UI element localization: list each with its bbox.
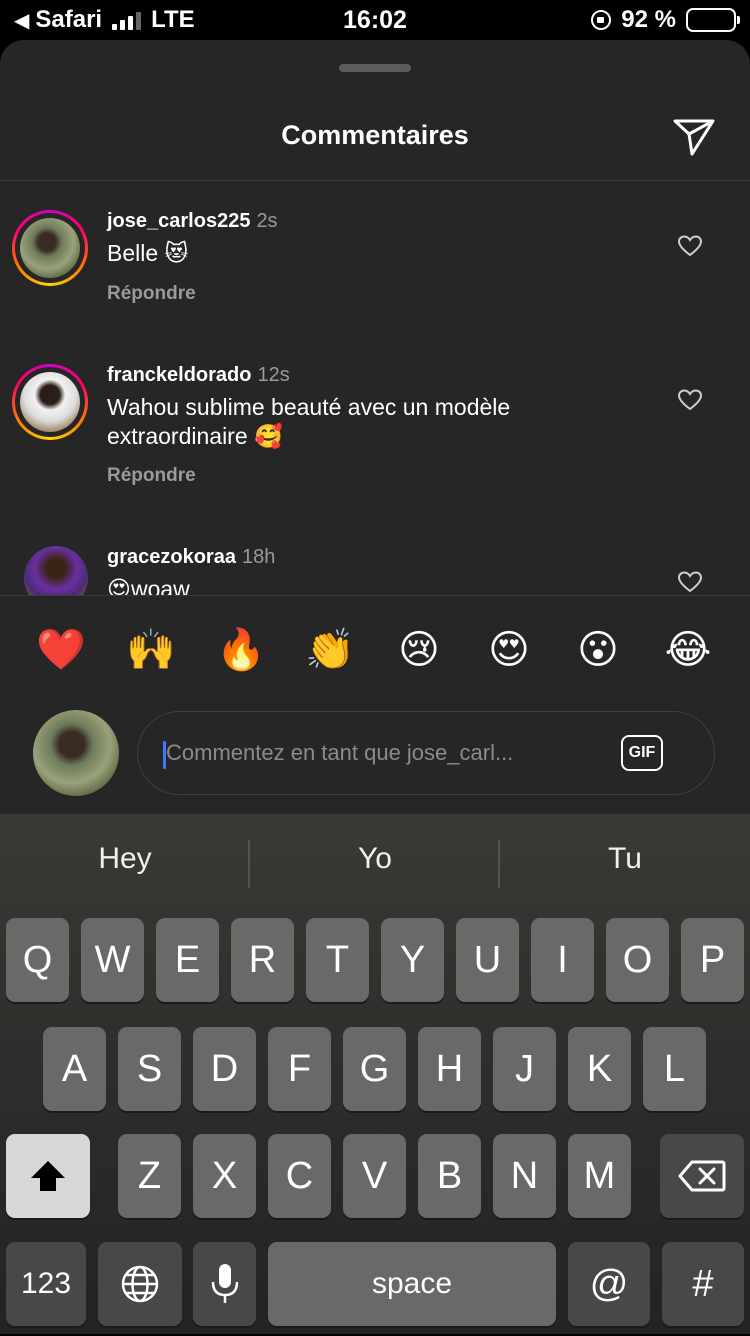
heart-icon[interactable]	[678, 389, 702, 411]
microphone-icon	[211, 1264, 238, 1303]
comment-time: 12s	[257, 364, 290, 386]
backspace-icon	[678, 1160, 726, 1192]
key-v[interactable]: V	[343, 1134, 406, 1218]
key-k[interactable]: K	[568, 1027, 631, 1111]
orientation-lock-icon	[591, 10, 612, 30]
comment-input[interactable]: Commentez en tant que jose_carl... GIF	[137, 711, 715, 795]
comments-sheet: Commentaires jose_carlos225 2s Belle 😻 Ré…	[0, 40, 750, 814]
status-bar: ◀ Safari LTE 16:02 92 %	[0, 0, 750, 40]
key-y[interactable]: Y	[381, 918, 444, 1002]
key-i[interactable]: I	[531, 918, 594, 1002]
globe-icon	[121, 1265, 159, 1303]
key-n[interactable]: N	[493, 1134, 556, 1218]
sheet-grabber[interactable]	[339, 64, 411, 72]
key-r[interactable]: R	[231, 918, 294, 1002]
key-g[interactable]: G	[343, 1027, 406, 1111]
reaction-fire[interactable]: 🔥	[211, 620, 271, 680]
reaction-clap[interactable]: 👏	[300, 620, 360, 680]
comment-text: Wahou sublime beauté avec un modèle extr…	[107, 394, 511, 449]
reaction-crying[interactable]: 😢	[389, 620, 449, 680]
suggestion-1[interactable]: Hey	[0, 842, 250, 876]
space-key[interactable]: space	[268, 1242, 556, 1326]
quick-reactions-bar: ❤️ 🙌 🔥 👏 😢 😍 😮 😂	[0, 620, 750, 680]
suggestion-3[interactable]: Tu	[500, 842, 750, 876]
reaction-heart-eyes[interactable]: 😍	[479, 620, 539, 680]
key-m[interactable]: M	[568, 1134, 631, 1218]
key-b[interactable]: B	[418, 1134, 481, 1218]
reply-button[interactable]: Répondre	[107, 465, 196, 487]
delete-key[interactable]	[660, 1134, 744, 1218]
reply-button[interactable]: Répondre	[107, 283, 196, 305]
key-a[interactable]: A	[43, 1027, 106, 1111]
key-q[interactable]: Q	[6, 918, 69, 1002]
shift-arrow-icon	[31, 1161, 65, 1191]
key-u[interactable]: U	[456, 918, 519, 1002]
key-f[interactable]: F	[268, 1027, 331, 1111]
numbers-key[interactable]: 123	[6, 1242, 86, 1326]
comment-username[interactable]: jose_carlos225	[107, 210, 250, 232]
avatar[interactable]	[12, 364, 88, 440]
avatar[interactable]	[12, 210, 88, 286]
comment-meta: gracezokoraa 18h	[107, 546, 275, 569]
suggestion-2[interactable]: Yo	[250, 842, 500, 876]
key-e[interactable]: E	[156, 918, 219, 1002]
comment-text: 😍woaw	[107, 576, 190, 595]
battery-icon	[686, 8, 740, 32]
comment-input-placeholder: Commentez en tant que jose_carl...	[166, 740, 514, 765]
globe-key[interactable]	[98, 1242, 182, 1326]
heart-icon[interactable]	[678, 235, 702, 257]
key-p[interactable]: P	[681, 918, 744, 1002]
comment-username[interactable]: franckeldorado	[107, 364, 251, 386]
avatar[interactable]	[24, 546, 88, 595]
composer-avatar	[33, 710, 119, 796]
comment-time: 18h	[241, 546, 276, 568]
heart-icon[interactable]	[678, 571, 702, 593]
battery-percent: 92 %	[621, 6, 676, 33]
status-right: 92 %	[591, 6, 740, 34]
reaction-laughing[interactable]: 😂	[658, 620, 718, 680]
reactions-divider	[0, 595, 750, 596]
keyboard: Hey Yo Tu Q W E R T Y U I O P A S D F G …	[0, 814, 750, 1334]
key-h[interactable]: H	[418, 1027, 481, 1111]
comment-meta: jose_carlos225 2s	[107, 210, 278, 233]
key-j[interactable]: J	[493, 1027, 556, 1111]
key-z[interactable]: Z	[118, 1134, 181, 1218]
key-o[interactable]: O	[606, 918, 669, 1002]
at-key[interactable]: @	[568, 1242, 650, 1326]
reaction-surprised[interactable]: 😮	[568, 620, 628, 680]
key-w[interactable]: W	[81, 918, 144, 1002]
comment-meta: franckeldorado 12s	[107, 364, 290, 387]
hash-key[interactable]: #	[662, 1242, 744, 1326]
sheet-title: Commentaires	[281, 120, 469, 150]
dictation-key[interactable]	[193, 1242, 256, 1326]
reaction-raised-hands[interactable]: 🙌	[121, 620, 181, 680]
key-d[interactable]: D	[193, 1027, 256, 1111]
key-x[interactable]: X	[193, 1134, 256, 1218]
key-t[interactable]: T	[306, 918, 369, 1002]
suggestion-bar: Hey Yo Tu	[0, 814, 750, 914]
shift-key[interactable]	[6, 1134, 90, 1218]
key-l[interactable]: L	[643, 1027, 706, 1111]
comment-time: 2s	[256, 210, 278, 232]
comment-list[interactable]: jose_carlos225 2s Belle 😻 Répondre franck…	[0, 181, 750, 595]
comment-text: Belle 😻	[107, 240, 189, 266]
paper-plane-icon[interactable]	[670, 112, 718, 160]
key-c[interactable]: C	[268, 1134, 331, 1218]
comment-username[interactable]: gracezokoraa	[107, 546, 236, 568]
gif-button[interactable]: GIF	[621, 735, 663, 771]
key-s[interactable]: S	[118, 1027, 181, 1111]
reaction-heart[interactable]: ❤️	[31, 620, 91, 680]
